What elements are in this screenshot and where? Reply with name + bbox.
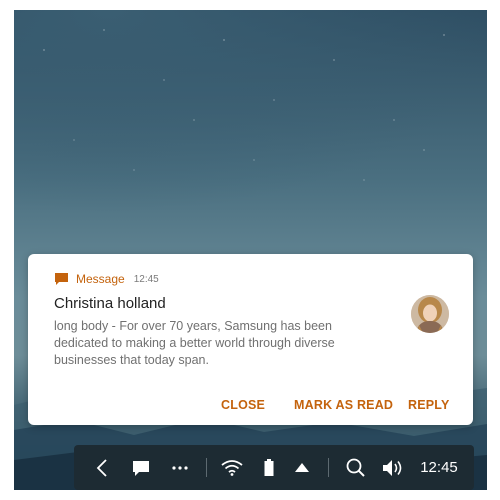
screen: Message 12:45 Christina holland long bod… — [0, 0, 500, 500]
taskbar-divider — [328, 458, 329, 477]
notification-app-name: Message — [76, 272, 125, 286]
expand-up-icon — [295, 463, 309, 472]
notification-card[interactable]: Message 12:45 Christina holland long bod… — [28, 254, 473, 425]
taskbar-divider — [206, 458, 207, 477]
more-icon — [172, 465, 188, 470]
back-icon — [96, 458, 107, 477]
back-button[interactable] — [90, 445, 114, 490]
clock: 12:45 — [420, 459, 458, 476]
notification-sender: Christina holland — [54, 295, 166, 312]
message-app-icon — [55, 273, 68, 285]
taskbar: 12:45 — [74, 445, 474, 490]
clock-button[interactable]: 12:45 — [416, 445, 462, 490]
search-button[interactable] — [342, 445, 368, 490]
notification-time: 12:45 — [133, 273, 159, 285]
more-button[interactable] — [168, 445, 192, 490]
sender-avatar — [411, 295, 449, 333]
wifi-button[interactable] — [219, 445, 245, 490]
notification-body: long body - For over 70 years, Samsung h… — [54, 319, 335, 367]
expand-button[interactable] — [290, 445, 314, 490]
volume-button[interactable] — [380, 445, 406, 490]
mark-as-read-button[interactable]: MARK AS READ — [294, 398, 393, 412]
battery-icon — [264, 459, 274, 476]
search-icon — [346, 458, 365, 477]
volume-icon — [383, 459, 402, 476]
message-icon — [133, 460, 149, 476]
wifi-icon — [221, 459, 243, 476]
reply-button[interactable]: REPLY — [408, 398, 450, 412]
battery-button[interactable] — [258, 445, 280, 490]
close-button[interactable]: CLOSE — [221, 398, 265, 412]
messages-button[interactable] — [129, 445, 153, 490]
avatar-image — [411, 295, 449, 333]
notification-header: Message 12:45 — [54, 271, 159, 287]
